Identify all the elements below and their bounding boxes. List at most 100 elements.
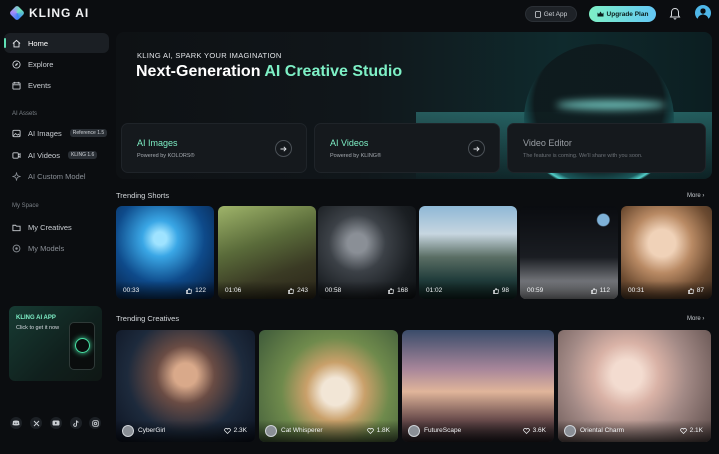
trending-shorts-title: Trending Shorts xyxy=(116,191,170,200)
folder-icon xyxy=(12,224,21,231)
crown-icon xyxy=(597,11,604,17)
short-video-card[interactable]: 00:31 87 xyxy=(621,206,712,299)
like-count: 243 xyxy=(288,287,308,294)
bell-icon[interactable] xyxy=(669,7,681,21)
like-count: 87 xyxy=(687,287,704,294)
heart-icon xyxy=(679,427,687,434)
author-avatar xyxy=(265,425,277,437)
author-name: Oriental Charm xyxy=(580,427,625,434)
app-card-subtitle: Click to get it now xyxy=(16,325,60,331)
sidebar-item-label: AI Custom Model xyxy=(28,171,86,181)
short-meta: 00:33 122 xyxy=(116,281,214,299)
trending-shorts-more-link[interactable]: More › xyxy=(687,193,704,199)
sidebar: Home Explore Events AI Assets AI Images … xyxy=(0,28,113,454)
kling-logo-icon xyxy=(9,5,25,21)
like-count: 2.3K xyxy=(223,427,247,434)
get-app-button[interactable]: Get App xyxy=(525,6,577,22)
creative-meta: Cat Whisperer 1.8K xyxy=(259,420,398,442)
section-label-my-space: My Space xyxy=(12,203,39,209)
short-video-card[interactable]: 00:58 168 xyxy=(318,206,416,299)
feature-title: Video Editor xyxy=(523,138,572,148)
image-icon xyxy=(12,129,21,137)
tiktok-icon[interactable] xyxy=(70,417,82,429)
sidebar-item-label: AI Images xyxy=(28,128,62,138)
like-count: 3.6K xyxy=(522,427,546,434)
youtube-icon[interactable] xyxy=(50,417,62,429)
short-video-card[interactable]: 01:06 243 xyxy=(218,206,316,299)
feature-subtitle: Powered by KOLORS® xyxy=(137,153,195,159)
get-app-label: Get App xyxy=(543,10,568,18)
download-app-card[interactable]: KLING AI APP Click to get it now xyxy=(9,306,102,381)
feature-card-ai-videos[interactable]: AI Videos Powered by KLING® xyxy=(314,123,500,173)
short-video-card[interactable]: 00:33 122 xyxy=(116,206,214,299)
short-video-card[interactable]: 01:02 98 xyxy=(419,206,517,299)
thumbs-up-icon xyxy=(288,287,295,294)
creative-card[interactable]: CyberGirl 2.3K xyxy=(116,330,255,442)
sidebar-item-my-models[interactable]: My Models xyxy=(4,238,109,258)
sidebar-item-label: Home xyxy=(28,38,49,48)
brand-logo[interactable]: KLING AI xyxy=(9,5,89,21)
feature-title: AI Images xyxy=(137,138,178,148)
trending-creatives-more-link[interactable]: More › xyxy=(687,316,704,322)
heart-icon xyxy=(522,427,530,434)
more-label: More xyxy=(687,193,701,199)
model-version-badge: KLING 1.6 xyxy=(67,151,98,159)
more-label: More xyxy=(687,316,701,322)
upgrade-plan-button[interactable]: Upgrade Plan xyxy=(589,6,656,22)
creative-card[interactable]: Cat Whisperer 1.8K xyxy=(259,330,398,442)
thumbs-up-icon xyxy=(186,287,193,294)
like-count-value: 87 xyxy=(696,287,704,294)
thumbs-up-icon xyxy=(687,287,694,294)
feature-card-ai-images[interactable]: AI Images Powered by KOLORS® xyxy=(121,123,307,173)
feature-title: AI Videos xyxy=(330,138,369,148)
creative-meta: CyberGirl 2.3K xyxy=(116,420,255,442)
hero-kicker: KLING AI, SPARK YOUR IMAGINATION xyxy=(137,51,282,60)
hero-horizon-glow xyxy=(556,100,666,110)
short-meta: 00:31 87 xyxy=(621,281,712,299)
calendar-icon xyxy=(12,81,21,90)
upgrade-plan-label: Upgrade Plan xyxy=(606,10,649,18)
instagram-icon[interactable] xyxy=(89,417,101,429)
like-count-value: 243 xyxy=(297,287,308,294)
short-video-card[interactable]: 00:59 112 xyxy=(520,206,618,299)
discord-icon[interactable] xyxy=(10,417,22,429)
creative-meta: FutureScape 3.6K xyxy=(402,420,554,442)
sidebar-item-explore[interactable]: Explore xyxy=(4,54,109,74)
video-duration: 00:59 xyxy=(527,287,544,294)
sidebar-item-ai-custom-model[interactable]: AI Custom Model xyxy=(4,166,109,186)
thumbs-up-icon xyxy=(492,287,499,294)
author-name: FutureScape xyxy=(424,427,462,434)
author-avatar xyxy=(408,425,420,437)
creative-card[interactable]: Oriental Charm 2.1K xyxy=(558,330,711,442)
sidebar-item-home[interactable]: Home xyxy=(4,33,109,53)
sidebar-item-ai-videos[interactable]: AI Videos KLING 1.6 xyxy=(4,145,109,165)
model-version-badge: Reference 1.5 xyxy=(69,129,108,137)
like-count: 98 xyxy=(492,287,509,294)
sidebar-item-events[interactable]: Events xyxy=(4,75,109,95)
video-duration: 00:33 xyxy=(123,287,140,294)
sidebar-item-label: My Models xyxy=(28,243,65,253)
x-icon[interactable] xyxy=(30,417,42,429)
sidebar-item-my-creatives[interactable]: My Creatives xyxy=(4,217,109,237)
arrow-right-icon[interactable] xyxy=(275,140,292,157)
like-count-value: 168 xyxy=(397,287,408,294)
short-meta: 01:02 98 xyxy=(419,281,517,299)
section-label-ai-assets: AI Assets xyxy=(12,111,38,117)
sidebar-item-label: Explore xyxy=(28,59,54,69)
hero-headline: Next-Generation AI Creative Studio xyxy=(136,63,402,81)
top-bar: KLING AI Get App Upgrade Plan xyxy=(0,0,719,28)
sparkle-icon xyxy=(12,171,21,181)
phone-icon xyxy=(534,10,541,18)
author-name: CyberGirl xyxy=(138,427,166,434)
creative-card[interactable]: FutureScape 3.6K xyxy=(402,330,554,442)
like-count-value: 112 xyxy=(599,287,610,294)
video-icon xyxy=(12,151,21,159)
hero-headline-plain: Next-Generation xyxy=(136,63,265,80)
heart-icon xyxy=(223,427,231,434)
arrow-right-icon[interactable] xyxy=(468,140,485,157)
like-count-value: 98 xyxy=(501,287,509,294)
app-card-title: KLING AI APP xyxy=(16,315,56,321)
video-duration: 01:06 xyxy=(225,287,242,294)
sidebar-item-ai-images[interactable]: AI Images Reference 1.5 xyxy=(4,123,109,143)
user-avatar[interactable] xyxy=(695,5,711,21)
